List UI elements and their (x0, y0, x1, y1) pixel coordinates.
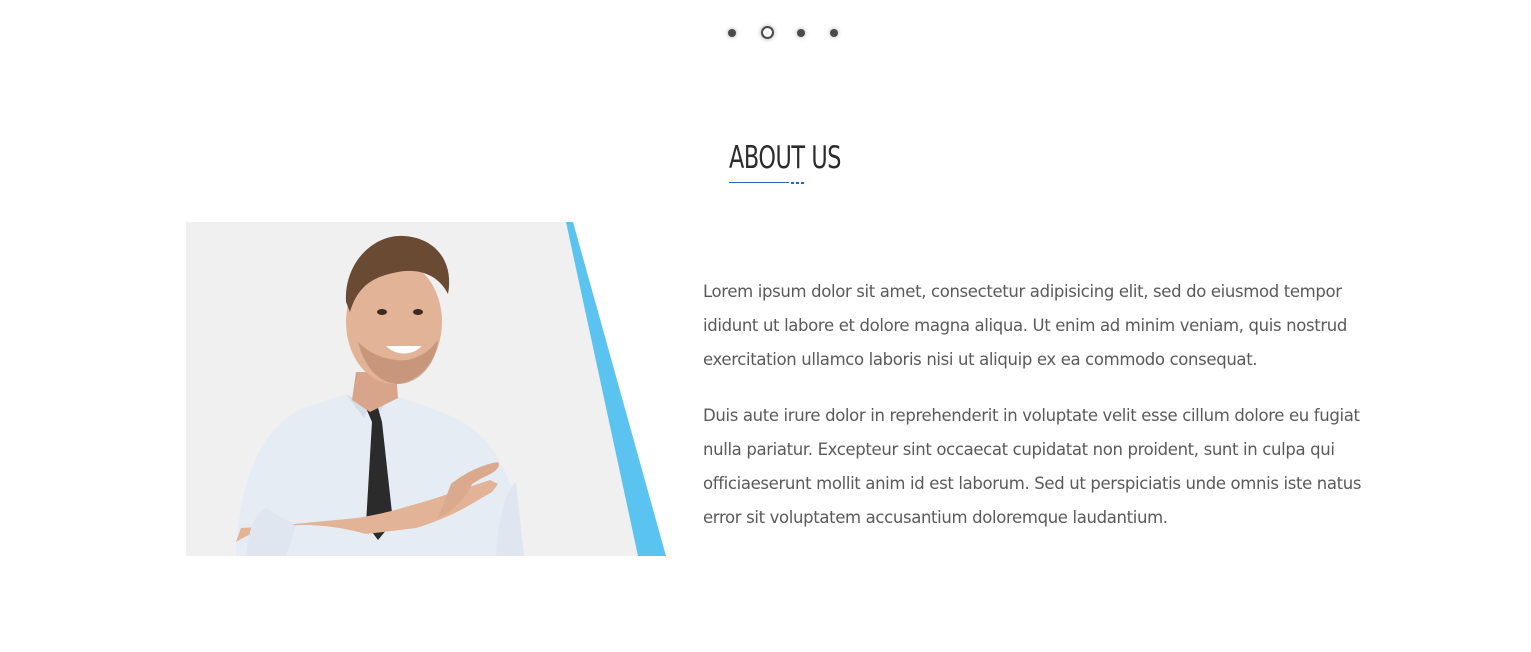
businessman-photo (186, 222, 666, 556)
about-text: Lorem ipsum dolor sit amet, consectetur … (703, 275, 1393, 557)
title-underline-dots (791, 182, 804, 184)
about-section: ABOUT US Lorem ipsum dolor sit amet, con… (0, 0, 1531, 652)
businessman-illustration (186, 222, 666, 556)
carousel-pagination (728, 26, 838, 39)
section-title: ABOUT US (729, 140, 842, 176)
carousel-dot-4[interactable] (830, 28, 838, 37)
about-paragraph-1: Lorem ipsum dolor sit amet, consectetur … (703, 282, 1348, 369)
about-paragraph-2: Duis aute irure dolor in reprehenderit i… (703, 406, 1362, 527)
carousel-dot-1[interactable] (728, 28, 736, 37)
carousel-dot-3[interactable] (797, 28, 805, 37)
title-underline (729, 182, 789, 183)
carousel-dot-2-active[interactable] (761, 26, 774, 39)
